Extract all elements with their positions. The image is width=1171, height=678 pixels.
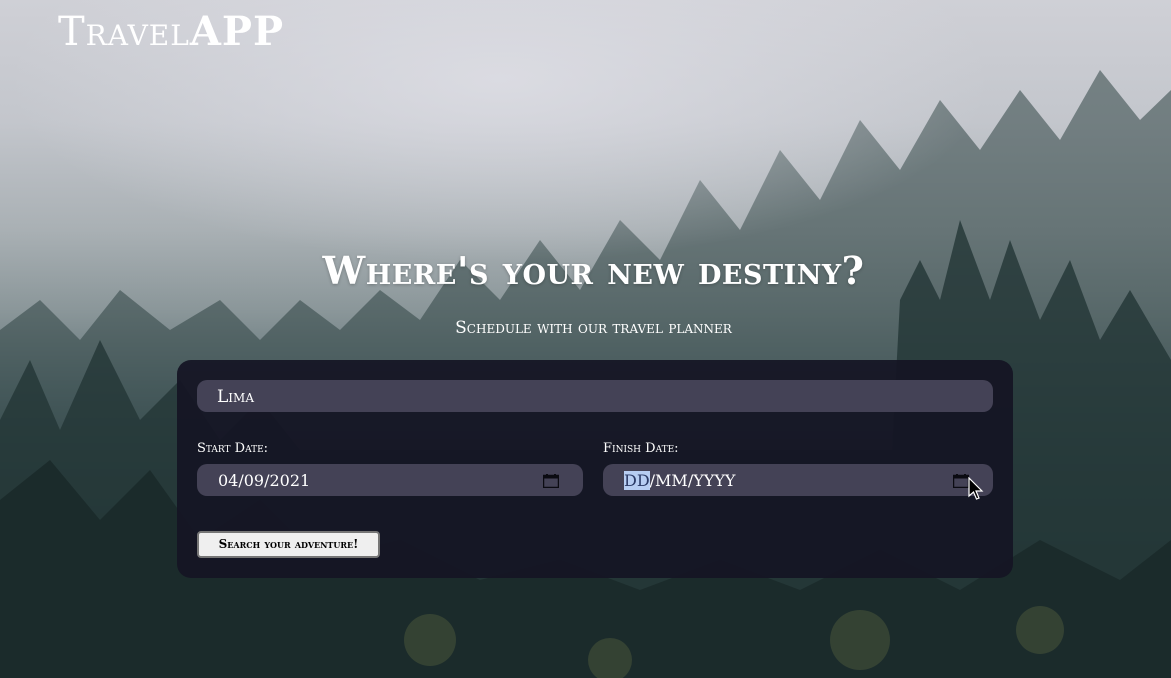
travel-app-page: TravelAPP Where's your new destiny? Sche… — [0, 0, 1171, 678]
mouse-pointer-icon — [968, 477, 984, 500]
calendar-icon[interactable] — [953, 474, 969, 488]
start-date-input[interactable]: 04/09/2021 — [197, 464, 583, 496]
finish-date-rest: /MM/YYYY — [649, 471, 736, 490]
search-form-panel: Lima Start Date: 04/09/2021 Finish Date:… — [177, 360, 1013, 578]
start-date-label: Start Date: — [197, 441, 269, 456]
page-subtitle: Schedule with our travel planner — [455, 318, 732, 338]
destination-input[interactable]: Lima — [197, 380, 993, 412]
brand-logo-bold: APP — [189, 8, 285, 55]
finish-date-input[interactable]: DD/MM/YYYY — [603, 464, 993, 496]
brand-logo-light: Travel — [58, 9, 190, 55]
page-title: Where's your new destiny? — [322, 248, 865, 293]
finish-date-day-segment[interactable]: DD — [624, 471, 650, 490]
start-date-value: 04/09/2021 — [218, 471, 311, 490]
search-button[interactable]: Search your adventure! — [197, 531, 380, 558]
brand-logo[interactable]: TravelAPP — [58, 8, 284, 56]
finish-date-label: Finish Date: — [603, 441, 679, 456]
calendar-icon[interactable] — [543, 474, 559, 488]
